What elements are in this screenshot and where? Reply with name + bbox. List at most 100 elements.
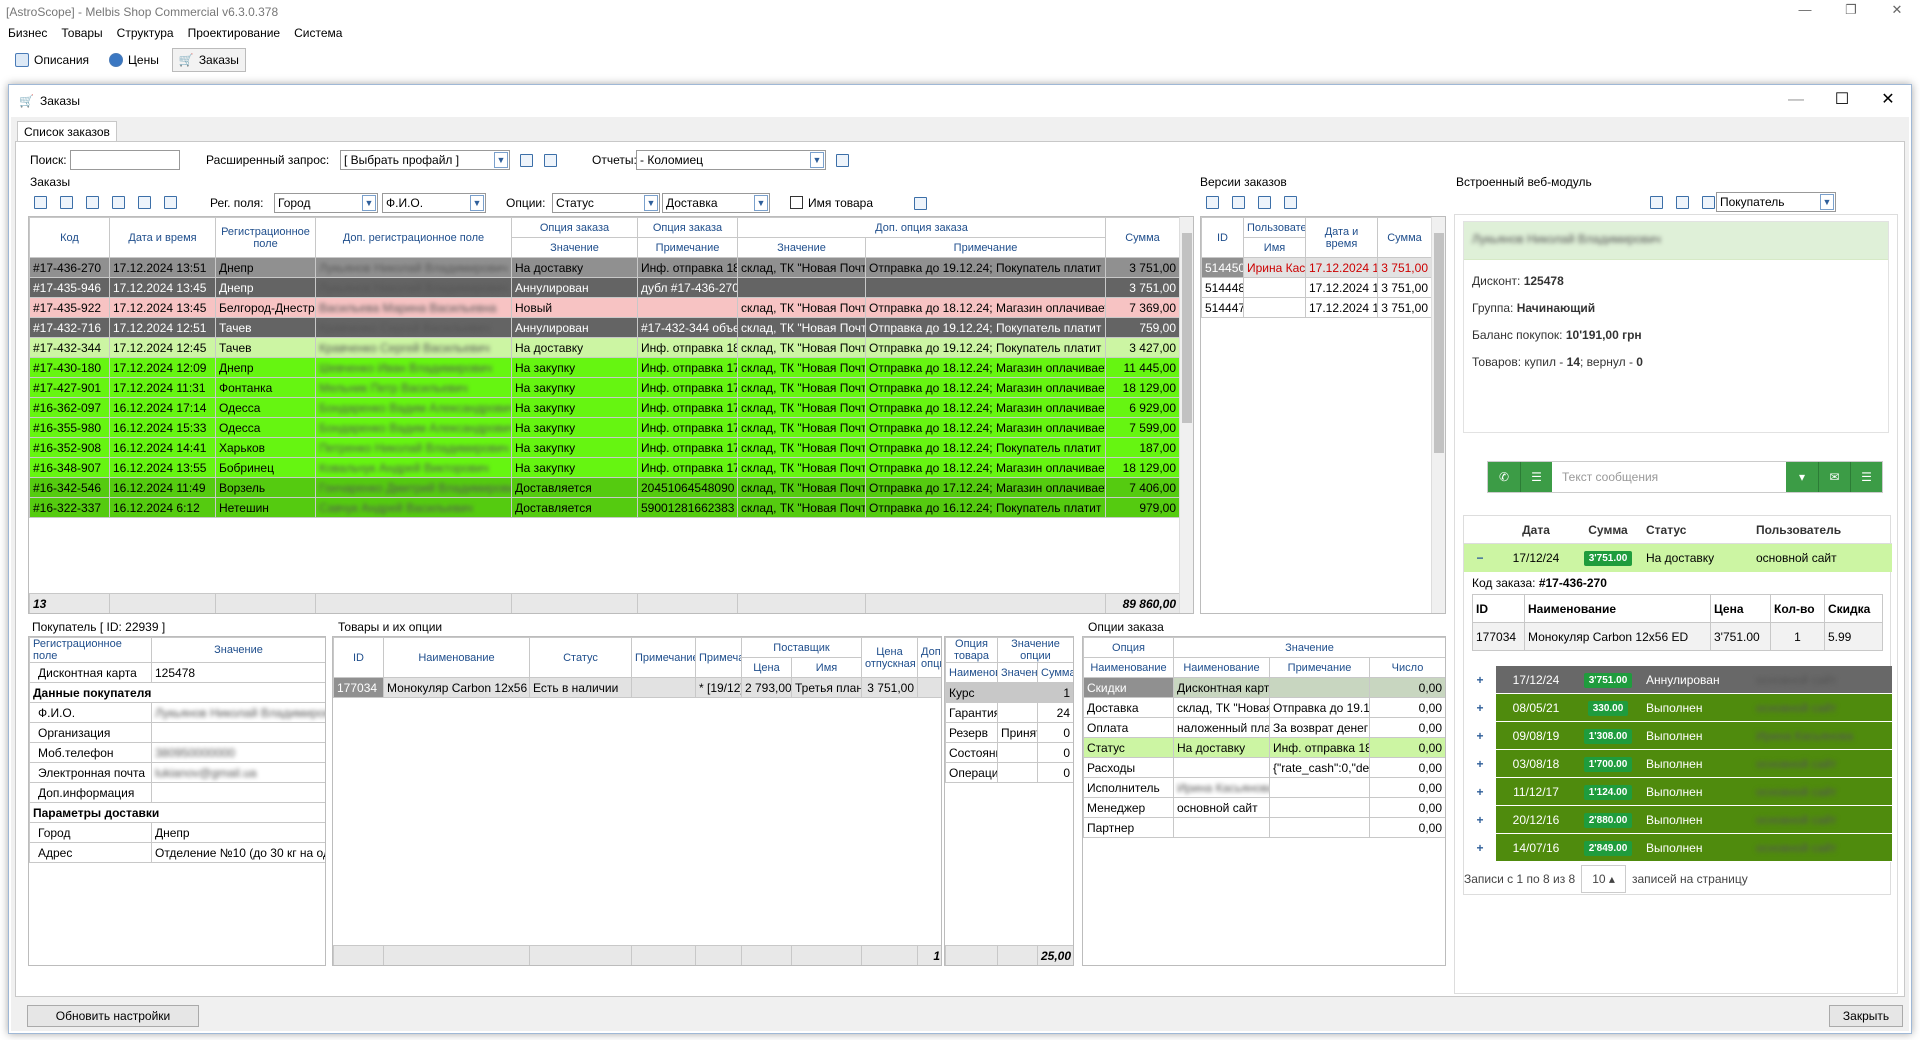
table-row[interactable]: #16-362-097 16.12.2024 17:14 Одесса Бондаре…: [29, 397, 1181, 418]
goods-col-name[interactable]: Наименование: [383, 637, 530, 678]
table-row[interactable]: #16-348-907 16.12.2024 13:55 Бобринец Ковал…: [29, 457, 1181, 478]
col-code[interactable]: Код: [29, 217, 110, 258]
table-row[interactable]: Моб.телефон 380950000000: [29, 742, 325, 763]
col-extopt-value[interactable]: Значение: [737, 237, 866, 258]
gopt-col-opt[interactable]: Опция товара: [945, 637, 998, 663]
table-row[interactable]: #17-436-270 17.12.2024 13:51 Днепр Лукьянов…: [29, 257, 1181, 278]
col-opt1-value[interactable]: Значение: [511, 237, 638, 258]
history-row[interactable]: + 09/08/19 1'308.00 Выполнен Ирина Касья…: [1464, 721, 1892, 750]
table-row[interactable]: #16-342-546 16.12.2024 11:49 Ворзель Гончар…: [29, 477, 1181, 498]
menu-item[interactable]: Бизнес: [8, 24, 47, 42]
order-add-icon[interactable]: [30, 192, 50, 212]
table-row[interactable]: 51444817.12.2024 13:53 751,00: [1201, 277, 1432, 298]
refresh-settings-button[interactable]: Обновить настройки: [27, 1005, 199, 1027]
gopt-col-name[interactable]: Наименование: [945, 662, 998, 683]
restore-icon[interactable]: ❐: [1828, 0, 1874, 22]
table-row[interactable]: Электронная почта lukianov@gmail.ua: [29, 762, 325, 783]
tab-orders[interactable]: 🛒 Заказы: [171, 48, 246, 72]
table-row[interactable]: Курс 1: [945, 682, 1073, 703]
table-row[interactable]: Доп.информация: [29, 782, 325, 803]
table-row[interactable]: #17-430-180 17.12.2024 12:09 Днепр Шевченко…: [29, 357, 1181, 378]
ver-col-date[interactable]: Дата и время: [1305, 217, 1378, 258]
search-input[interactable]: [70, 150, 180, 170]
table-row[interactable]: #16-355-980 16.12.2024 15:33 Одесса Бондаре…: [29, 417, 1181, 438]
table-row[interactable]: Город Днепр: [29, 822, 325, 843]
menu-item[interactable]: Система: [294, 24, 342, 42]
query-settings-icon[interactable]: [540, 150, 560, 170]
order-find-icon[interactable]: [82, 192, 102, 212]
oopt-col-num[interactable]: Число: [1369, 657, 1445, 678]
menu-item[interactable]: Товары: [61, 24, 102, 42]
product-name-checkbox[interactable]: [790, 196, 803, 209]
goods-col-id[interactable]: ID: [333, 637, 384, 678]
col-extopt[interactable]: Доп. опция заказа: [736, 217, 1107, 238]
table-row[interactable]: 51444717.12.2024 13:53 751,00: [1201, 297, 1432, 318]
query-edit-icon[interactable]: [516, 150, 536, 170]
goods-col-status[interactable]: Статус: [529, 637, 632, 678]
web-refresh-icon[interactable]: [1698, 192, 1718, 212]
col-sum[interactable]: Сумма: [1105, 217, 1181, 258]
menu-item[interactable]: Проектирование: [188, 24, 281, 42]
ver-col-id[interactable]: ID: [1201, 217, 1244, 258]
expand-icon[interactable]: +: [1464, 805, 1496, 834]
table-row[interactable]: Исполнитель Ирина Касьянова 0,00: [1083, 777, 1445, 798]
goods-col-supplier[interactable]: Поставщик: [740, 637, 863, 658]
web-role-select[interactable]: Покупатель ▼: [1716, 192, 1836, 212]
ver-col-sum[interactable]: Сумма: [1377, 217, 1432, 258]
order-edit-icon[interactable]: [108, 192, 128, 212]
table-row[interactable]: Организация: [29, 722, 325, 743]
oopt-col-vname[interactable]: Наименование: [1173, 657, 1270, 678]
version-columns-icon[interactable]: [1280, 192, 1300, 212]
reg-field-2-select[interactable]: Ф.И.О. ▼: [382, 193, 486, 213]
table-row[interactable]: #17-432-344 17.12.2024 12:45 Тачев Кравченк…: [29, 337, 1181, 358]
dialog-minimize-icon[interactable]: —: [1773, 85, 1819, 115]
expand-icon[interactable]: +: [1464, 721, 1496, 750]
version-find-icon[interactable]: [1228, 192, 1248, 212]
col-opt2[interactable]: Опция заказа: [637, 217, 738, 238]
ver-col-name[interactable]: Имя: [1243, 237, 1306, 258]
table-row[interactable]: Оплата наложенный пла За возврат денег 0,00: [1083, 717, 1445, 738]
expand-icon[interactable]: +: [1464, 777, 1496, 806]
expand-icon[interactable]: +: [1464, 665, 1496, 694]
table-row[interactable]: #17-435-922 17.12.2024 13:45 Белгород-Днес…: [29, 297, 1181, 318]
table-row[interactable]: 177034 Монокуляр Carbon 12x56 ED 3'751.00 1…: [1472, 622, 1883, 651]
collapse-icon[interactable]: −: [1464, 551, 1496, 565]
history-current-row[interactable]: − 17/12/24 3'751.00 На доставку основной…: [1464, 544, 1892, 572]
buyer-col-field[interactable]: Регистрационное поле: [29, 637, 152, 663]
oopt-col-opt[interactable]: Опция: [1083, 637, 1174, 658]
table-row[interactable]: #16-352-908 16.12.2024 14:41 Харьков Петрен…: [29, 437, 1181, 458]
email-icon[interactable]: ✉: [1818, 462, 1850, 492]
table-row[interactable]: Дисконтная карта 125478: [29, 662, 325, 683]
expand-icon[interactable]: +: [1464, 749, 1496, 778]
history-row[interactable]: + 20/12/16 2'880.00 Выполнен основной са…: [1464, 805, 1892, 834]
table-row[interactable]: Менеджер основной сайт 0,00: [1083, 797, 1445, 818]
web-copy-icon[interactable]: [1646, 192, 1666, 212]
orders-scrollbar[interactable]: [1179, 217, 1193, 613]
col-date[interactable]: Дата и время: [109, 217, 216, 258]
goods-col-sname[interactable]: Имя: [790, 657, 863, 678]
tab-prices[interactable]: Цены: [102, 48, 166, 72]
table-row[interactable]: Статус На доставку Инф. отправка 18 0,00: [1083, 737, 1445, 758]
option-2-select[interactable]: Доставка ▼: [662, 193, 770, 213]
reports-select[interactable]: - Коломиец ▼: [636, 150, 826, 170]
gopt-col-val[interactable]: Значение опции: [997, 637, 1073, 663]
grid-icon[interactable]: ☰: [1850, 462, 1882, 492]
table-row[interactable]: Гарантия 24: [945, 702, 1073, 723]
tab-descriptions[interactable]: Описания: [8, 48, 96, 72]
order-copy-icon[interactable]: [56, 192, 76, 212]
oopt-col-name[interactable]: Наименование: [1083, 657, 1174, 678]
history-row[interactable]: + 03/08/18 1'700.00 Выполнен основной са…: [1464, 749, 1892, 778]
col-opt2-note[interactable]: Примечание: [637, 237, 738, 258]
expand-icon[interactable]: +: [1464, 833, 1496, 862]
version-view-icon[interactable]: [1254, 192, 1274, 212]
history-row[interactable]: + 17/12/24 3'751.00 Аннулирован основной…: [1464, 665, 1892, 694]
goods-col-note[interactable]: Примечание: [631, 637, 696, 678]
table-row[interactable]: #16-322-337 16.12.2024 6:12 Нетешин Савчук …: [29, 497, 1181, 518]
goods-col-price[interactable]: Цена: [741, 657, 792, 678]
table-row[interactable]: Операци 0: [945, 762, 1073, 783]
goods-col-sale[interactable]: Цена отпускная: [861, 637, 919, 678]
history-row[interactable]: + 14/07/16 2'849.00 Выполнен основной са…: [1464, 833, 1892, 862]
order-print-icon[interactable]: [134, 192, 154, 212]
versions-scrollbar[interactable]: [1431, 217, 1445, 613]
col-opt1[interactable]: Опция заказа: [511, 217, 638, 238]
